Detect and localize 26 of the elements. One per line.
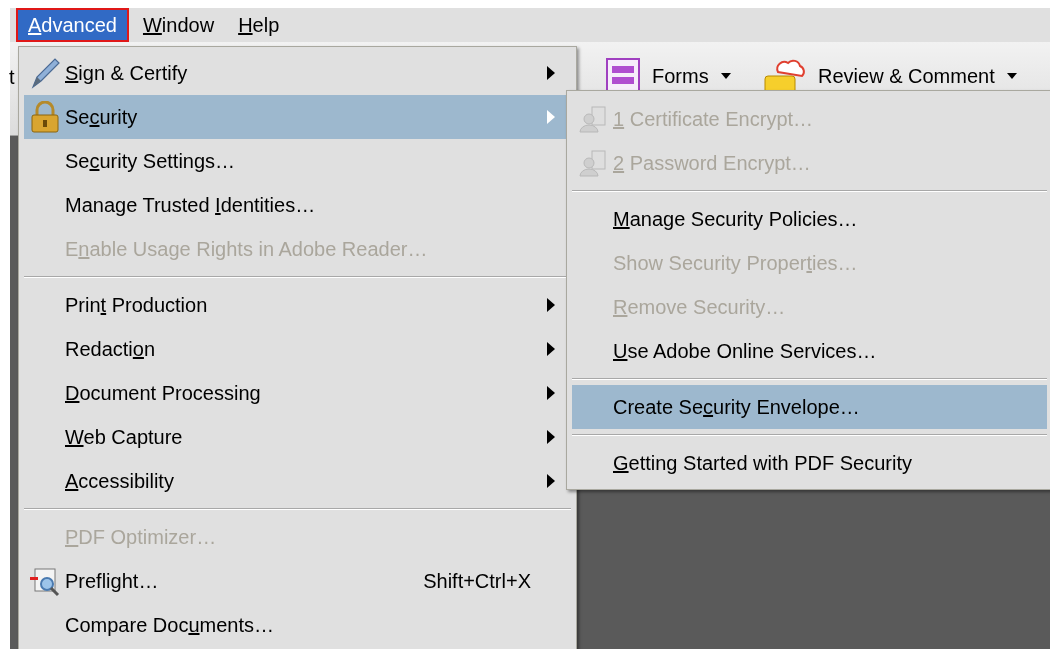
menu-item[interactable]: Create Security Envelope… (572, 385, 1047, 429)
dropdown-caret-icon (720, 73, 731, 79)
encrypt-icon (577, 105, 608, 133)
menu-item[interactable]: Manage Security Policies… (572, 197, 1047, 241)
menu-bar-item[interactable]: Window (132, 8, 225, 42)
dropdown-caret-icon (1006, 73, 1017, 79)
submenu-arrow-icon (547, 110, 555, 124)
shortcut-label: Shift+Ctrl+X (423, 569, 531, 594)
menu-item[interactable]: Getting Started with PDF Security (572, 441, 1047, 485)
menu-bar-item[interactable]: Advanced (16, 8, 129, 42)
submenu-arrow-icon (547, 66, 555, 80)
menu-item[interactable]: Use Adobe Online Services… (572, 329, 1047, 373)
menu-item[interactable]: Compare Documents… (24, 603, 571, 647)
submenu-arrow-icon (547, 386, 555, 400)
submenu-arrow-icon (547, 474, 555, 488)
encrypt-icon (577, 149, 608, 177)
toolbar-label: t (9, 65, 15, 90)
submenu-arrow-icon (547, 430, 555, 444)
menu-item[interactable]: Preflight… Shift+Ctrl+X (24, 559, 571, 603)
preflight-icon (28, 565, 61, 597)
menu-item[interactable]: Sign & Certify (24, 51, 571, 95)
submenu-arrow-icon (547, 342, 555, 356)
submenu-arrow-icon (547, 298, 555, 312)
review-comment-button[interactable]: Review & Comment (764, 58, 1017, 94)
padlock-icon (29, 101, 60, 133)
menu-bar-item[interactable]: Help (228, 8, 290, 42)
